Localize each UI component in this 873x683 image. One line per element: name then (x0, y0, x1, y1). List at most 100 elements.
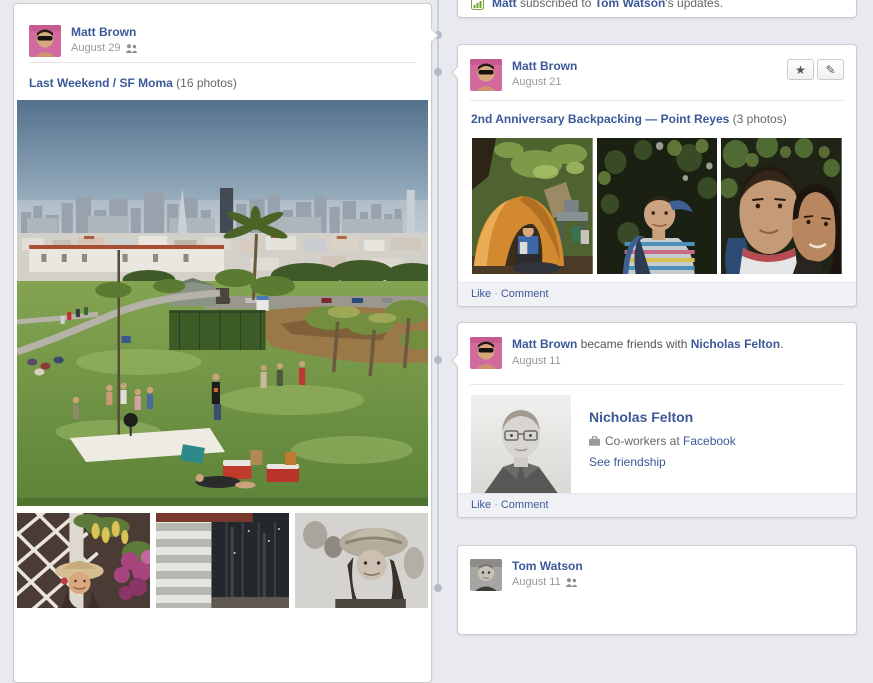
comment-link[interactable]: Comment (501, 499, 549, 511)
edit-pencil-button[interactable]: ✎ (817, 59, 844, 80)
album-title-line: 2nd Anniversary Backpacking — Point Reye… (471, 112, 843, 126)
star-icon: ★ (795, 62, 806, 77)
footer-separator: · (494, 288, 498, 300)
friend-link[interactable]: Nicholas Felton (691, 337, 780, 351)
post-album-backpacking: Matt Brown August 21 ★ ✎ 2nd Anniversary… (450, 44, 857, 307)
post-date: August 29 (71, 42, 121, 54)
post-footer: Like · Comment (458, 282, 856, 306)
post-header: Tom Watson August 11 (470, 559, 844, 591)
friend-story-text: Matt Brown became friends with Nicholas … (512, 337, 783, 352)
feature-star-button[interactable]: ★ (787, 59, 814, 80)
post-album-sf-moma: Matt Brown August 29 Last Weekend / SF M… (13, 3, 439, 683)
album-thumbnail-2[interactable] (156, 513, 289, 608)
woman-hat-flowers-photo (17, 513, 150, 608)
post-became-friends: Matt Brown became friends with Nicholas … (450, 322, 857, 518)
timeline-spine (437, 0, 439, 590)
post-author-block: Matt Brown August 29 (71, 25, 138, 54)
album-thumbnail-1[interactable] (17, 513, 150, 608)
album-photo-count: (3 photos) (732, 112, 787, 126)
matt-brown-avatar-image (470, 59, 502, 91)
timeline-dot (434, 68, 442, 76)
post-date: August 11 (512, 355, 561, 367)
avatar-matt-brown[interactable] (29, 25, 61, 57)
campsite-tent-photo (472, 138, 593, 274)
tom-watson-avatar-image (470, 559, 502, 591)
friend-work-line: Co-workers at Facebook (589, 434, 736, 448)
album-photo-2[interactable] (596, 138, 718, 274)
post-dateline: August 11 (512, 355, 783, 367)
subscribe-icon (471, 0, 484, 10)
album-title-line: Last Weekend / SF Moma (16 photos) (29, 76, 416, 90)
work-prefix: Co-workers at (605, 434, 684, 448)
hiker-striped-shirt-photo (596, 138, 718, 274)
author-link[interactable]: Tom Watson (512, 559, 583, 573)
comment-link[interactable]: Comment (501, 288, 549, 300)
post-dateline: August 11 (512, 576, 583, 588)
post-header: Matt Brown became friends with Nicholas … (470, 337, 844, 369)
album-thumbnail-strip (17, 513, 428, 608)
friend-profile-card: Nicholas Felton Co-workers at Facebook S… (471, 395, 844, 495)
striped-building-photo (156, 513, 289, 608)
album-photo-1[interactable] (472, 138, 593, 274)
pencil-icon: ✎ (825, 62, 836, 77)
album-main-photo[interactable] (17, 100, 428, 506)
nicholas-felton-portrait-photo (471, 395, 571, 495)
album-title-link[interactable]: Last Weekend / SF Moma (29, 76, 173, 90)
friend-profile-info: Nicholas Felton Co-workers at Facebook S… (589, 395, 736, 495)
divider (470, 100, 844, 101)
avatar-matt-brown[interactable] (470, 337, 502, 369)
friend-profile-name[interactable]: Nicholas Felton (589, 409, 736, 425)
couple-closeup-photo (721, 138, 843, 274)
divider (470, 384, 844, 385)
friends-audience-icon (125, 43, 137, 53)
subscribed-target-link[interactable]: Tom Watson (595, 0, 666, 10)
workplace-link[interactable]: Facebook (683, 434, 736, 448)
friend-verb: became friends with (577, 337, 691, 351)
subscribed-story-text: Matt subscribed to Tom Watson's updates. (492, 0, 723, 10)
divider (29, 62, 416, 63)
see-friendship-line: See friendship (589, 455, 736, 469)
avatar-matt-brown[interactable] (470, 59, 502, 91)
like-link[interactable]: Like (471, 499, 491, 511)
subscribed-verb: subscribed to (516, 0, 595, 10)
post-header: Matt Brown August 29 (29, 25, 416, 57)
post-date: August 11 (512, 576, 561, 588)
post-date: August 21 (512, 76, 562, 88)
friend-tail: . (780, 337, 784, 351)
work-text: Co-workers at Facebook (605, 434, 736, 448)
woman-straw-hat-grayscale-photo (295, 513, 428, 608)
matt-brown-avatar-image (470, 337, 502, 369)
post-dateline: August 21 (512, 76, 577, 88)
post-author-block: Matt Brown August 21 (512, 59, 577, 88)
album-photo-3[interactable] (721, 138, 843, 274)
post-tom-watson: Tom Watson August 11 (457, 545, 857, 635)
subscribed-story-row: Matt subscribed to Tom Watson's updates. (471, 0, 723, 10)
like-link[interactable]: Like (471, 288, 491, 300)
avatar-tom-watson[interactable] (470, 559, 502, 591)
album-thumbnail-3[interactable] (295, 513, 428, 608)
post-header: Matt Brown August 21 ★ ✎ (470, 59, 844, 91)
footer-separator: · (494, 499, 498, 511)
author-link[interactable]: Matt Brown (512, 59, 577, 73)
album-photo-strip (472, 138, 843, 274)
post-subscribed-story: Matt subscribed to Tom Watson's updates. (457, 0, 857, 18)
author-link[interactable]: Matt Brown (512, 337, 577, 351)
friend-profile-photo[interactable] (471, 395, 571, 495)
post-dateline: August 29 (71, 42, 138, 54)
post-author-block: Matt Brown became friends with Nicholas … (512, 337, 783, 367)
subscriber-link[interactable]: Matt (492, 0, 517, 10)
album-title-link[interactable]: 2nd Anniversary Backpacking — Point Reye… (471, 112, 729, 126)
matt-brown-avatar-image (29, 25, 61, 57)
post-footer: Like · Comment (458, 493, 856, 517)
see-friendship-link[interactable]: See friendship (589, 455, 666, 469)
timeline-dot (434, 584, 442, 592)
subscribed-tail: 's updates. (665, 0, 724, 10)
timeline-dot (434, 356, 442, 364)
album-photo-count: (16 photos) (176, 76, 237, 90)
briefcase-icon (589, 436, 600, 446)
author-link[interactable]: Matt Brown (71, 25, 138, 39)
post-action-buttons: ★ ✎ (787, 59, 844, 80)
post-author-block: Tom Watson August 11 (512, 559, 583, 588)
friends-audience-icon (565, 577, 578, 587)
dolores-park-sf-skyline-photo (17, 100, 428, 506)
